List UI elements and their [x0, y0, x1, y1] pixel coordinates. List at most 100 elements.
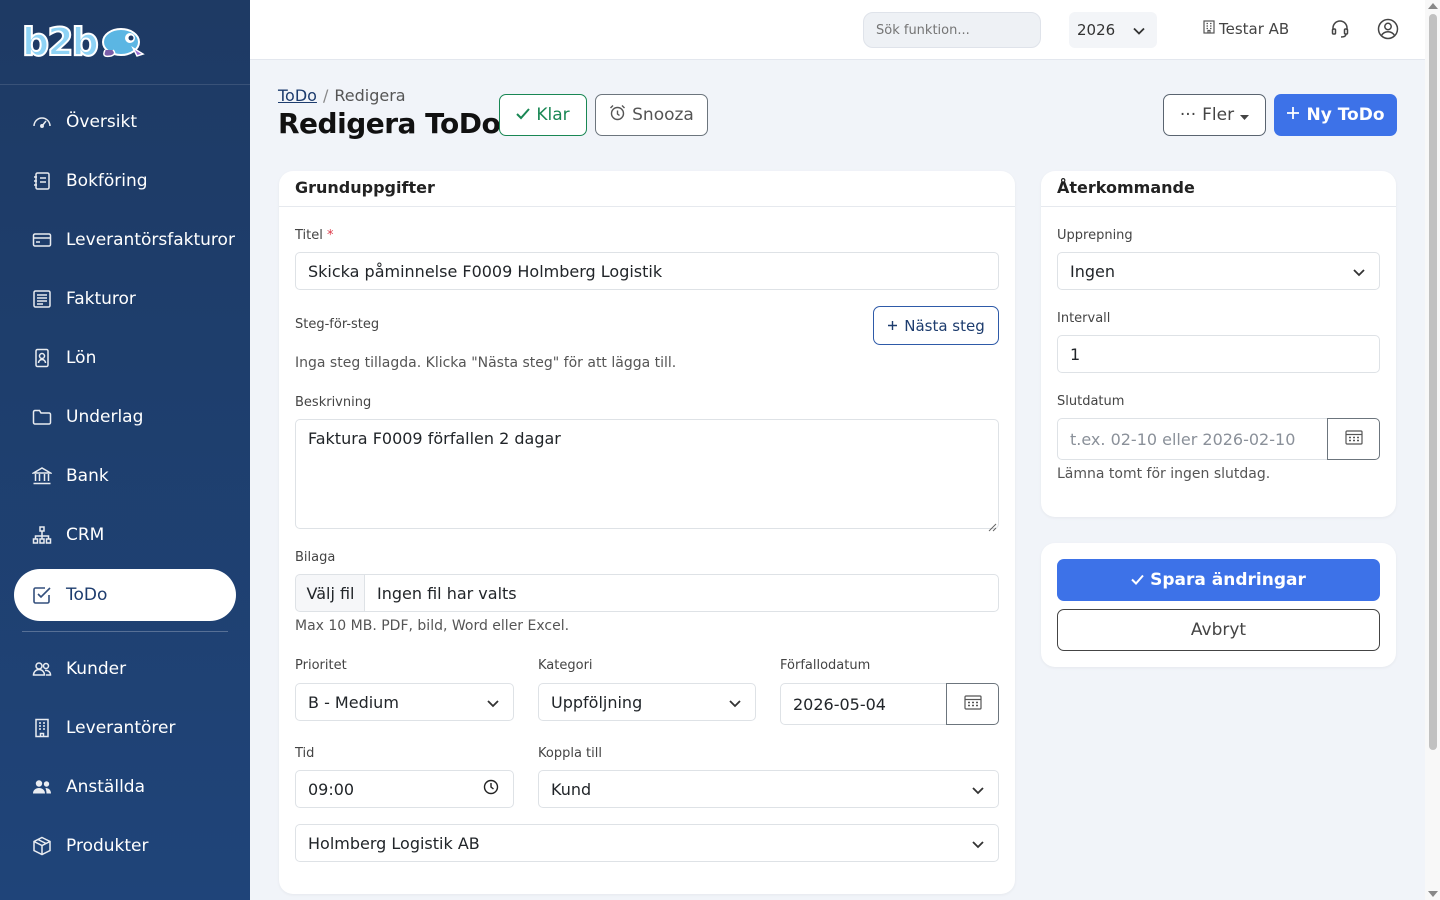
badge-icon	[32, 348, 52, 368]
sidebar-item-lon[interactable]: Lön	[14, 333, 236, 382]
scrollbar-thumb[interactable]	[1429, 14, 1437, 750]
journal-icon	[32, 171, 52, 191]
sidebar-item-label: Anställda	[66, 776, 145, 797]
koppla-value: Kund	[551, 779, 592, 799]
search-input[interactable]	[863, 12, 1041, 48]
prioritet-value: B - Medium	[308, 692, 399, 712]
sidebar-item-todo[interactable]: ToDo	[14, 569, 236, 621]
beskrivning-textarea[interactable]: Faktura F0009 förfallen 2 dagar	[295, 419, 999, 529]
headset-icon[interactable]	[1330, 19, 1350, 43]
sidebar-item-fakturor[interactable]: Fakturor	[14, 274, 236, 323]
ny-todo-label: Ny ToDo	[1306, 105, 1385, 125]
bank-icon	[32, 466, 52, 486]
calendar-icon	[1344, 429, 1363, 449]
slutdatum-label: Slutdatum	[1057, 394, 1125, 409]
three-dots-icon: ···	[1179, 105, 1197, 125]
sidebar-item-label: Leverantörsfakturor	[66, 229, 235, 250]
save-button[interactable]: Spara ändringar	[1057, 559, 1380, 601]
prioritet-label: Prioritet	[295, 658, 347, 673]
breadcrumb-link-todo[interactable]: ToDo	[278, 86, 317, 105]
resize-handle-icon[interactable]	[988, 517, 997, 536]
kund-select[interactable]: Holmberg Logistik AB	[295, 824, 999, 862]
beskrivning-label: Beskrivning	[295, 395, 372, 410]
calendar-button[interactable]	[946, 683, 999, 725]
logo[interactable]: b2b	[0, 0, 250, 85]
upprepning-value: Ingen	[1070, 261, 1115, 281]
choose-file-button[interactable]: Välj fil	[295, 574, 365, 612]
chevron-down-icon	[1133, 21, 1145, 39]
kategori-select[interactable]: Uppföljning	[538, 683, 756, 721]
sidebar-item-label: Bokföring	[66, 170, 148, 191]
nasta-steg-label: Nästa steg	[904, 316, 985, 335]
klar-button[interactable]: Klar	[499, 94, 587, 136]
klar-label: Klar	[536, 105, 570, 125]
sidebar-item-produkter[interactable]: Produkter	[14, 821, 236, 870]
box-icon	[32, 836, 52, 856]
koppla-label: Koppla till	[538, 746, 602, 761]
sidebar-item-label: Lön	[66, 347, 97, 368]
sidebar-item-kunder[interactable]: Kunder	[14, 644, 236, 693]
caret-down-icon	[1240, 105, 1250, 125]
sidebar-item-label: Bank	[66, 465, 109, 486]
chevron-down-icon	[972, 834, 984, 853]
sidebar-item-bokforing[interactable]: Bokföring	[14, 156, 236, 205]
koppla-select[interactable]: Kund	[538, 770, 999, 808]
plus-icon	[1286, 105, 1300, 125]
prioritet-select[interactable]: B - Medium	[295, 683, 514, 721]
company-name: Testar AB	[1219, 20, 1290, 38]
user-circle-icon[interactable]	[1377, 18, 1399, 44]
snooza-button[interactable]: Snooza	[595, 94, 708, 136]
slutdatum-input[interactable]: t.ex. 02-10 eller 2026-02-10	[1057, 418, 1328, 460]
scroll-up-icon[interactable]	[1428, 3, 1438, 9]
intervall-label: Intervall	[1057, 311, 1111, 326]
sidebar-divider	[22, 631, 228, 632]
file-help-text: Max 10 MB. PDF, bild, Word eller Excel.	[295, 618, 570, 634]
sidebar-item-underlag[interactable]: Underlag	[14, 392, 236, 441]
check-icon	[516, 105, 531, 125]
sidebar-item-leverantorsfakturor[interactable]: Leverantörsfakturor	[14, 215, 236, 264]
sidebar-item-label: Fakturor	[66, 288, 136, 309]
file-status[interactable]: Ingen fil har valts	[364, 574, 999, 612]
clock-icon[interactable]	[483, 779, 499, 799]
calendar-button[interactable]	[1327, 418, 1380, 460]
snooza-label: Snooza	[632, 105, 694, 125]
fler-button[interactable]: ··· Fler	[1163, 94, 1266, 136]
nasta-steg-button[interactable]: Nästa steg	[873, 306, 999, 345]
building-icon	[1203, 20, 1215, 38]
sidebar-item-label: Produkter	[66, 835, 149, 856]
plus-icon	[887, 317, 898, 335]
titel-label: Titel *	[295, 228, 334, 243]
year-value: 2026	[1077, 21, 1116, 39]
sidebar-item-label: CRM	[66, 524, 105, 545]
card-heading: Återkommande	[1041, 171, 1396, 207]
sidebar-item-anstallda[interactable]: Anställda	[14, 762, 236, 811]
sidebar-item-label: Leverantörer	[66, 717, 176, 738]
sidebar-item-label: Underlag	[66, 406, 144, 427]
titel-input[interactable]: Skicka påminnelse F0009 Holmberg Logisti…	[295, 252, 999, 290]
upprepning-select[interactable]: Ingen	[1057, 252, 1380, 290]
chevron-down-icon	[1353, 262, 1365, 281]
sidebar-item-leverantorer[interactable]: Leverantörer	[14, 703, 236, 752]
company-switcher[interactable]: Testar AB	[1203, 20, 1289, 38]
slutdatum-help: Lämna tomt för ingen slutdag.	[1057, 466, 1271, 482]
tid-value: 09:00	[308, 779, 355, 799]
sidebar-item-crm[interactable]: CRM	[14, 510, 236, 559]
cancel-button[interactable]: Avbryt	[1057, 609, 1380, 651]
sidebar-item-oversikt[interactable]: Översikt	[14, 97, 236, 146]
intervall-input[interactable]: 1	[1057, 335, 1380, 373]
folder-icon	[32, 407, 52, 427]
kategori-value: Uppföljning	[551, 692, 643, 712]
ny-todo-button[interactable]: Ny ToDo	[1274, 94, 1397, 136]
sidebar-item-bank[interactable]: Bank	[14, 451, 236, 500]
sidebar-item-label: ToDo	[66, 585, 108, 605]
check-icon	[1131, 570, 1144, 590]
receipt-icon	[32, 289, 52, 309]
tid-input[interactable]: 09:00	[295, 770, 514, 808]
steg-empty-text: Inga steg tillagda. Klicka "Nästa steg" …	[295, 355, 677, 371]
page-title: Redigera ToDo	[278, 107, 501, 140]
scroll-down-icon[interactable]	[1428, 891, 1438, 897]
year-select[interactable]: 2026	[1069, 12, 1157, 48]
page-scrollbar[interactable]	[1425, 0, 1440, 900]
forfallodatum-input[interactable]: 2026-05-04	[780, 683, 947, 725]
logo-text: b2b	[21, 19, 100, 65]
